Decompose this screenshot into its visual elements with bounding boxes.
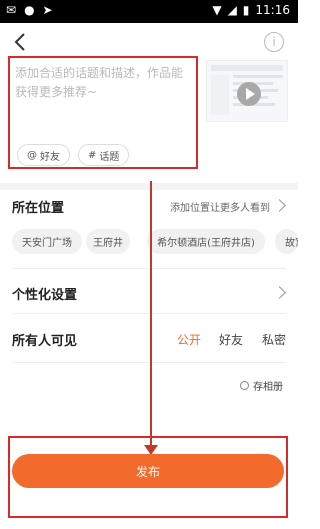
play-icon[interactable]	[237, 82, 261, 106]
status-time: 11:16	[255, 3, 290, 17]
chevron-right-icon[interactable]	[273, 199, 286, 212]
location-hint[interactable]: 添加位置让更多人看到	[170, 199, 270, 214]
visibility-title: 所有人可见	[12, 334, 78, 349]
save-to-album-toggle[interactable]: 存相册	[240, 378, 283, 393]
visibility-option-public[interactable]: 公开	[177, 331, 201, 348]
mention-friend-button[interactable]: @ 好友	[17, 144, 70, 166]
chat-icon: ✉	[6, 3, 17, 17]
battery-icon: ▮	[242, 3, 250, 17]
save-to-album-label: 存相册	[253, 382, 283, 393]
chevron-right-icon[interactable]	[273, 286, 286, 299]
description-placeholder[interactable]: 添加合适的话题和描述，作品能获得更多推荐~	[15, 64, 193, 102]
hashtag-icon: #	[88, 149, 97, 161]
signal-icon: ◢	[227, 3, 237, 17]
location-chip[interactable]: 王府井	[86, 229, 130, 254]
publish-button[interactable]: 发布	[12, 454, 284, 488]
at-icon: @	[27, 149, 37, 161]
wifi-icon: ▼	[212, 3, 222, 17]
row-divider	[12, 268, 286, 269]
location-chip[interactable]: 天安门广场	[12, 229, 82, 254]
row-divider	[12, 362, 286, 363]
add-topic-button[interactable]: # 话题	[78, 144, 130, 166]
send-icon: ➤	[42, 3, 53, 17]
chevron-left-icon[interactable]	[10, 29, 32, 55]
section-divider	[0, 183, 298, 190]
location-title: 所在位置	[12, 201, 65, 216]
personalization-title[interactable]: 个性化设置	[12, 284, 77, 303]
annotation-arrow	[150, 181, 152, 447]
mention-friend-label: 好友	[40, 151, 60, 163]
wechat-icon: ●	[24, 3, 35, 17]
location-chip[interactable]: 故宫	[275, 229, 298, 254]
visibility-option-private[interactable]: 私密	[262, 331, 286, 348]
visibility-option-friends[interactable]: 好友	[219, 331, 243, 348]
location-chip[interactable]: 希尔顿酒店(王府井店)	[147, 229, 265, 254]
add-topic-label: 话题	[99, 151, 120, 163]
row-divider	[12, 313, 286, 314]
video-thumbnail[interactable]	[206, 60, 288, 122]
radio-icon[interactable]	[240, 381, 249, 390]
status-bar: ✉ ● ➤ ▼ ◢ ▮ 11:16	[0, 0, 298, 23]
description-area[interactable]: 添加合适的话题和描述，作品能获得更多推荐~ @ 好友 # 话题	[8, 56, 198, 169]
info-icon[interactable]: i	[264, 32, 284, 52]
